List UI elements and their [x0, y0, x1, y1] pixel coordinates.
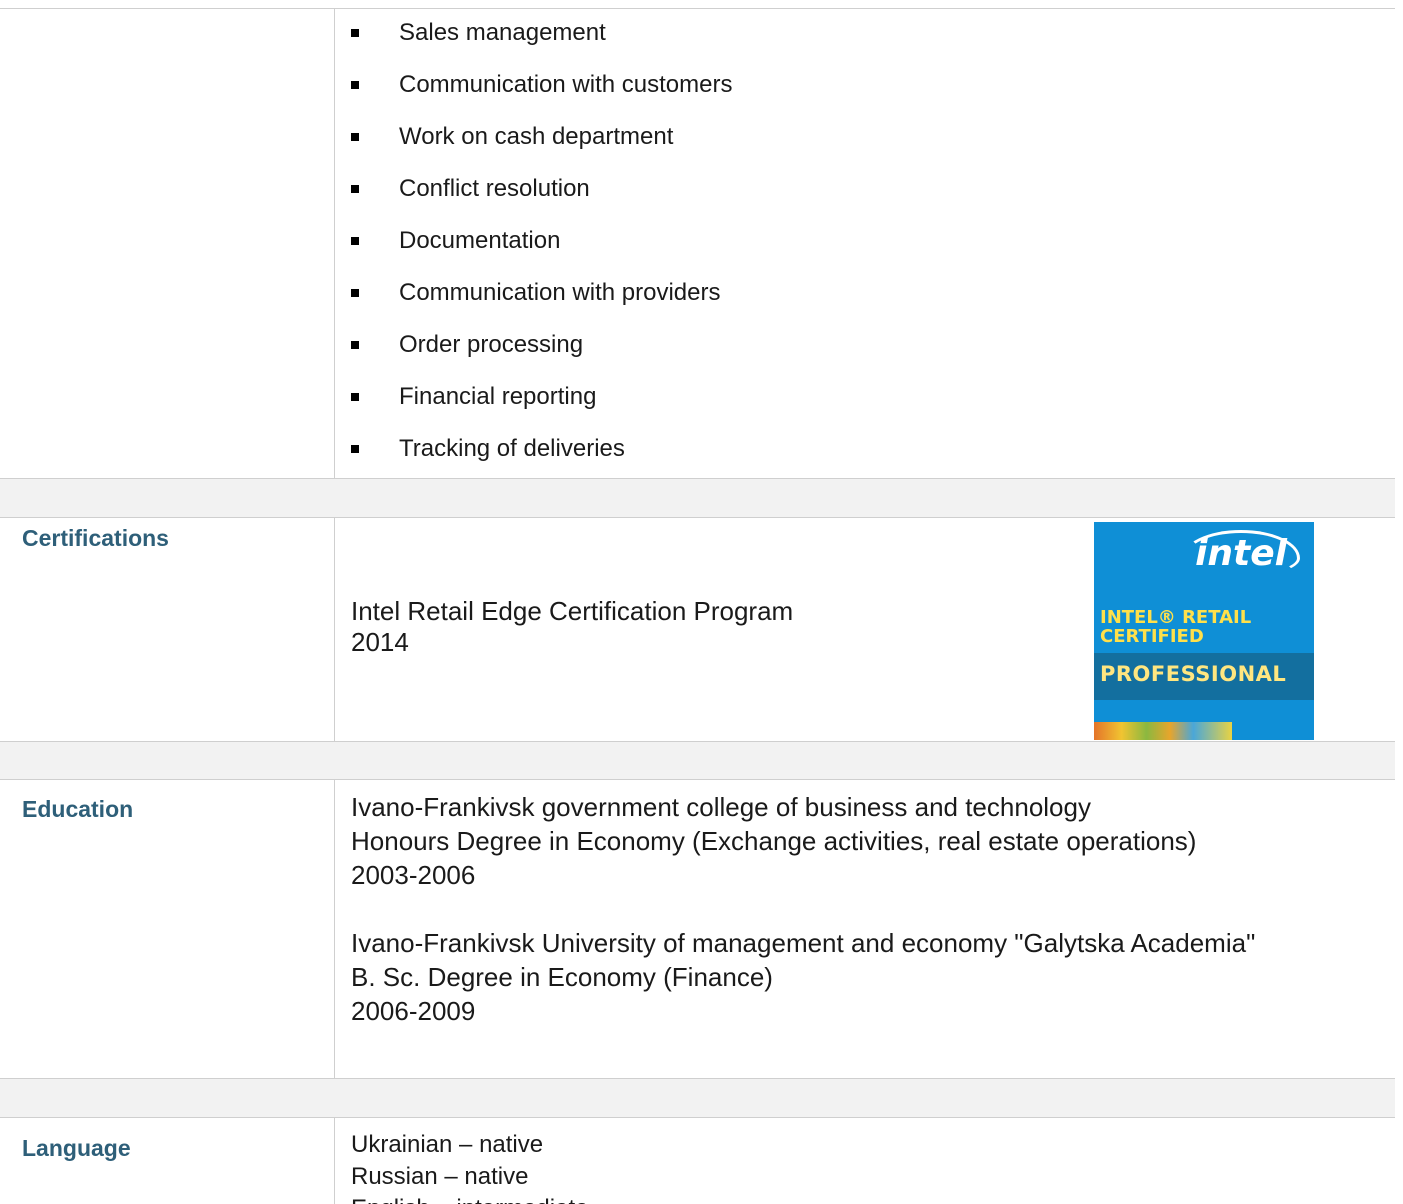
certifications-section: Certifications Intel Retail Edge Certifi…	[0, 517, 1395, 742]
badge-band: PROFESSIONAL	[1094, 653, 1314, 700]
square-bullet-icon	[351, 237, 359, 245]
school-name: Ivano-Frankivsk University of management…	[351, 928, 1256, 958]
certification-details: Intel Retail Edge Certification Program …	[351, 596, 793, 658]
badge-title: INTEL® RETAIL CERTIFIED	[1100, 608, 1251, 646]
square-bullet-icon	[351, 29, 359, 37]
language-item: English – intermediate	[351, 1193, 588, 1204]
section-gap	[0, 1079, 1395, 1117]
language-item: Ukrainian – native	[351, 1131, 544, 1158]
badge-line-1: INTEL® RETAIL	[1100, 607, 1252, 628]
duty-text: Work on cash department	[399, 123, 674, 150]
list-item: Work on cash department	[351, 117, 732, 169]
section-gap	[0, 479, 1395, 517]
square-bullet-icon	[351, 445, 359, 453]
square-bullet-icon	[351, 341, 359, 349]
education-entries: Ivano-Frankivsk government college of bu…	[351, 790, 1255, 1028]
list-item: Tracking of deliveries	[351, 429, 732, 481]
duty-text: Communication with customers	[399, 71, 733, 98]
language-section: Language Ukrainian – native Russian – na…	[0, 1117, 1395, 1204]
chip-graphic	[1094, 722, 1232, 740]
list-item: Order processing	[351, 325, 732, 377]
school-name: Ivano-Frankivsk government college of bu…	[351, 792, 1091, 822]
square-bullet-icon	[351, 185, 359, 193]
education-section: Education Ivano-Frankivsk government col…	[0, 779, 1395, 1079]
duty-text: Tracking of deliveries	[399, 435, 625, 462]
square-bullet-icon	[351, 393, 359, 401]
language-list: Ukrainian – native Russian – native Engl…	[351, 1129, 588, 1204]
education-entry: Ivano-Frankivsk government college of bu…	[351, 790, 1255, 892]
intel-logo: intel	[1182, 530, 1300, 577]
education-entry: Ivano-Frankivsk University of management…	[351, 926, 1255, 1028]
certifications-label: Certifications	[22, 525, 169, 551]
certification-year: 2014	[351, 627, 409, 657]
degree-name: B. Sc. Degree in Economy (Finance)	[351, 962, 773, 992]
duty-text: Documentation	[399, 227, 561, 254]
square-bullet-icon	[351, 133, 359, 141]
list-item: Communication with providers	[351, 273, 732, 325]
degree-name: Honours Degree in Economy (Exchange acti…	[351, 826, 1197, 856]
certification-name: Intel Retail Edge Certification Program	[351, 596, 794, 626]
duty-text: Order processing	[399, 331, 584, 358]
duty-text: Sales management	[399, 19, 606, 46]
study-years: 2003-2006	[351, 860, 476, 890]
education-label-column: Education	[0, 780, 335, 1078]
list-item: Sales management	[351, 13, 732, 65]
square-bullet-icon	[351, 81, 359, 89]
section-gap	[0, 742, 1395, 779]
badge-line-2: CERTIFIED	[1100, 626, 1204, 647]
language-label: Language	[22, 1135, 131, 1161]
study-years: 2006-2009	[351, 996, 476, 1026]
language-item: Russian – native	[351, 1163, 529, 1190]
duties-section: Sales management Communication with cust…	[0, 8, 1395, 479]
duties-list: Sales management Communication with cust…	[351, 13, 732, 481]
certifications-label-column: Certifications	[0, 518, 335, 741]
list-item: Financial reporting	[351, 377, 732, 429]
resume-page: Sales management Communication with cust…	[0, 0, 1403, 1204]
duty-text: Financial reporting	[399, 383, 597, 410]
language-label-column: Language	[0, 1118, 335, 1204]
list-item: Conflict resolution	[351, 169, 732, 221]
duties-label-column	[0, 9, 335, 478]
duty-text: Communication with providers	[399, 279, 721, 306]
education-label: Education	[22, 796, 134, 822]
badge-line-3: PROFESSIONAL	[1100, 662, 1287, 686]
square-bullet-icon	[351, 289, 359, 297]
list-item: Communication with customers	[351, 65, 732, 117]
list-item: Documentation	[351, 221, 732, 273]
duty-text: Conflict resolution	[399, 175, 590, 202]
intel-certified-badge: intel INTEL® RETAIL CERTIFIED PROFESSION…	[1094, 522, 1314, 740]
